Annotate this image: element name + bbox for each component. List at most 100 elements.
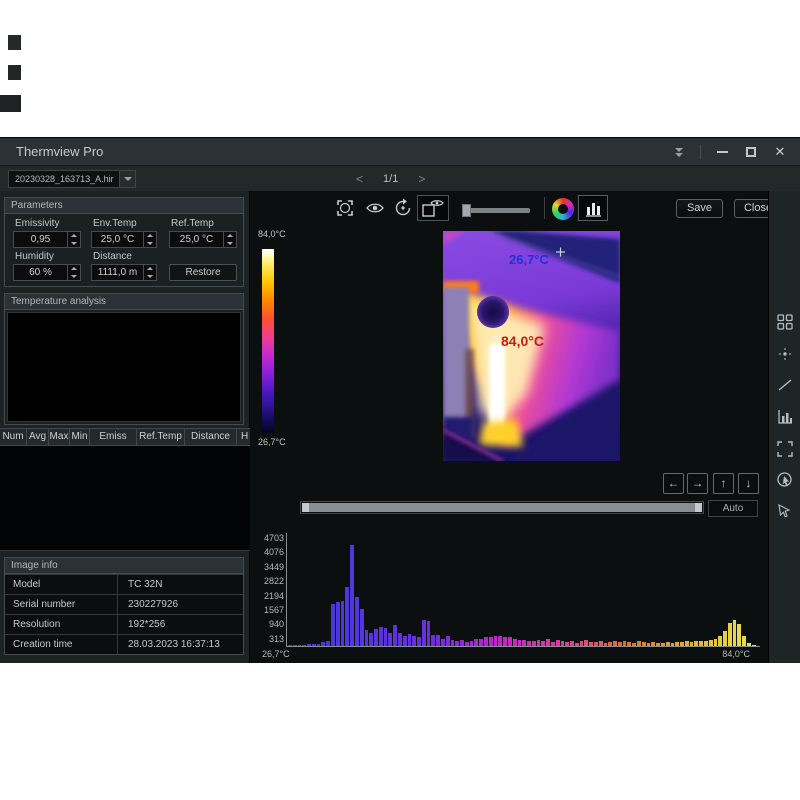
page-prev-button[interactable]: <: [356, 172, 363, 186]
range-slider-handle-left[interactable]: [302, 503, 309, 512]
app-title: Thermview Pro: [16, 144, 103, 159]
spin-up-button[interactable]: [68, 265, 80, 273]
histogram-bar: [503, 637, 507, 646]
ref-temp-stepper[interactable]: 25,0 °C: [169, 231, 237, 248]
opacity-slider-handle[interactable]: [462, 204, 471, 217]
overlay-visibility-toggle[interactable]: [417, 195, 449, 221]
humidity-stepper[interactable]: 60 %: [13, 264, 81, 281]
histogram-toggle[interactable]: [578, 195, 608, 221]
histogram-bar: [365, 630, 369, 646]
emissivity-stepper[interactable]: 0,95: [13, 231, 81, 248]
line-tool-icon[interactable]: [776, 376, 794, 394]
range-slider-handle-right[interactable]: [695, 503, 702, 512]
column-header[interactable]: Distance: [184, 428, 237, 446]
spin-down-button[interactable]: [68, 273, 80, 281]
histogram-y-tick: 2194: [250, 591, 284, 601]
file-dropdown[interactable]: 20230328_163713_A.hir: [8, 170, 136, 188]
histogram-bar: [326, 641, 330, 646]
histogram-bar: [556, 640, 560, 646]
column-header[interactable]: Emiss: [89, 428, 137, 446]
spin-down-button[interactable]: [224, 240, 236, 248]
histogram-bar: [733, 620, 737, 646]
image-info-title: Image info: [5, 558, 243, 574]
distance-stepper[interactable]: 1111,0 m: [91, 264, 157, 281]
histogram-bar: [412, 636, 416, 646]
spin-up-button[interactable]: [144, 232, 156, 240]
histogram-bar: [345, 587, 349, 646]
column-header[interactable]: Min: [69, 428, 90, 446]
page-next-button[interactable]: >: [418, 172, 425, 186]
opacity-slider[interactable]: [462, 208, 530, 213]
histogram-bar: [431, 635, 435, 646]
histogram-bar: [623, 641, 627, 646]
column-header[interactable]: Avg: [26, 428, 49, 446]
window-fragment: [8, 35, 21, 50]
eye-icon[interactable]: [365, 198, 385, 218]
histogram-bar: [565, 642, 569, 646]
histogram-bar: [752, 645, 756, 646]
histogram-bar: [647, 643, 651, 646]
column-header[interactable]: Num: [0, 428, 27, 446]
select-area-icon[interactable]: [335, 198, 355, 218]
restore-button[interactable]: Restore: [169, 264, 237, 281]
histogram-bar: [685, 641, 689, 646]
select-in-circle-icon[interactable]: [776, 471, 794, 489]
window-menu-chevron-icon[interactable]: [671, 144, 687, 160]
histogram-bar: [627, 642, 631, 646]
thermal-image[interactable]: 26,7°C 84,0°C: [443, 231, 620, 461]
pan-right-button[interactable]: →: [687, 473, 708, 494]
titlebar-separator: [700, 145, 701, 159]
spin-up-button[interactable]: [68, 232, 80, 240]
column-header[interactable]: H: [236, 428, 250, 446]
ref-temp-value: 25,0 °C: [170, 232, 223, 247]
histogram-bar: [737, 624, 741, 646]
histogram-bar: [704, 641, 708, 647]
spin-down-button[interactable]: [68, 240, 80, 248]
palette-wheel-icon[interactable]: [552, 198, 574, 220]
histogram-bar: [379, 627, 383, 646]
histogram-bar: [747, 643, 751, 646]
fullscreen-corners-icon[interactable]: [776, 440, 794, 458]
dropdown-arrow-button[interactable]: [119, 171, 135, 187]
pan-up-button[interactable]: ↑: [713, 473, 734, 494]
histogram-bar: [398, 633, 402, 646]
info-value: 28.03.2023 16:37:13: [117, 635, 243, 654]
toolbar-separator: [544, 197, 545, 219]
env-temp-stepper[interactable]: 25,0 °C: [91, 231, 157, 248]
image-info-groupbox: Image info Model TC 32N Serial number 23…: [4, 557, 244, 655]
histogram-y-tick: 3449: [250, 562, 284, 572]
distance-value: 1111,0 m: [92, 265, 143, 280]
histogram-bar: [632, 643, 636, 646]
grid-view-icon[interactable]: [776, 313, 794, 331]
spin-down-button[interactable]: [144, 240, 156, 248]
column-header[interactable]: Ref.Temp: [136, 428, 185, 446]
auto-scale-button[interactable]: Auto: [708, 500, 758, 517]
profile-chart-icon[interactable]: [776, 408, 794, 426]
column-header[interactable]: Max: [48, 428, 70, 446]
rotate-icon[interactable]: [393, 198, 413, 218]
histogram-bar: [350, 545, 354, 646]
histogram-bar: [422, 620, 426, 646]
maximize-button[interactable]: [743, 144, 759, 160]
spin-up-button[interactable]: [144, 265, 156, 273]
histogram-bar: [484, 637, 488, 646]
spin-up-button[interactable]: [224, 232, 236, 240]
pan-left-button[interactable]: ←: [663, 473, 684, 494]
histogram-bar: [584, 640, 588, 646]
close-window-button[interactable]: ✕: [772, 144, 788, 160]
histogram-y-tick: 1567: [250, 605, 284, 615]
point-tool-icon[interactable]: [776, 345, 794, 363]
temperature-colorbar: [262, 249, 274, 433]
histogram-bar: [298, 645, 302, 646]
save-button[interactable]: Save: [676, 199, 723, 218]
pan-down-button[interactable]: ↓: [738, 473, 759, 494]
minimize-button[interactable]: [714, 144, 730, 160]
histogram-bar: [666, 642, 670, 646]
cursor-pointer-icon[interactable]: [776, 501, 794, 519]
spin-down-button[interactable]: [144, 273, 156, 281]
histogram-bar: [321, 642, 325, 646]
window-fragment: [8, 65, 21, 80]
histogram-bar: [417, 637, 421, 646]
histogram-bar: [470, 641, 474, 646]
temperature-range-slider[interactable]: [300, 501, 704, 514]
